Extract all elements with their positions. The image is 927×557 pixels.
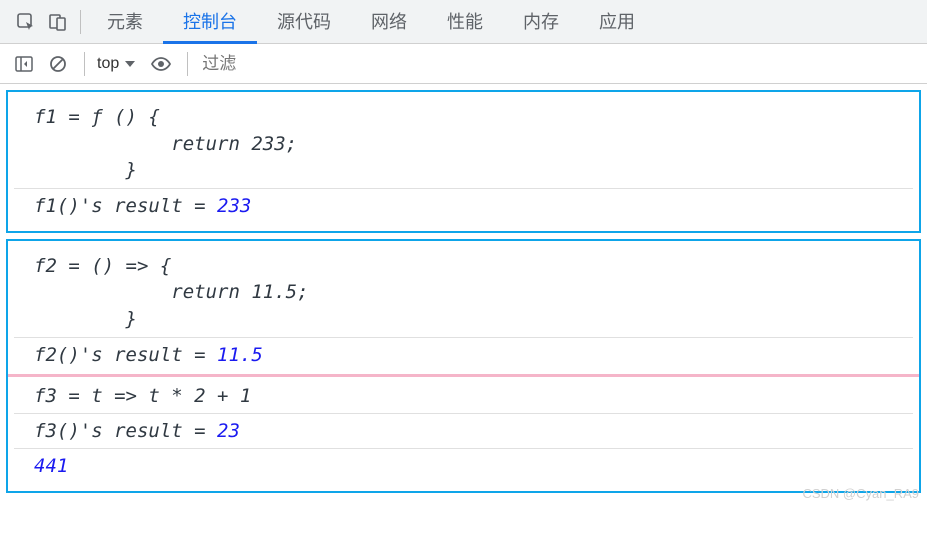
log-result: f2()'s result = 11.5 [14, 337, 913, 372]
result-label: f2()'s result = [34, 344, 217, 366]
eye-icon[interactable] [147, 50, 175, 78]
log-result: f1()'s result = 233 [14, 188, 913, 223]
filter-wrap [202, 54, 917, 74]
log-result: f3()'s result = 23 [14, 413, 913, 448]
tab-network[interactable]: 网络 [351, 0, 427, 44]
log-code: f2 = () => { return 11.5; } [14, 249, 913, 337]
device-toolbar-icon[interactable] [42, 6, 74, 38]
log-value: 441 [14, 448, 913, 483]
devtools-main-toolbar: 元素 控制台 源代码 网络 性能 内存 应用 [0, 0, 927, 44]
highlight-box-2: f2 = () => { return 11.5; } f2()'s resul… [6, 239, 921, 493]
result-label: f1()'s result = [34, 195, 217, 217]
inspect-element-icon[interactable] [10, 6, 42, 38]
result-label: f3()'s result = [34, 420, 217, 442]
result-value: 11.5 [217, 344, 263, 366]
log-code: f3 = t => t * 2 + 1 [14, 379, 913, 414]
console-toolbar: top [0, 44, 927, 84]
tab-performance[interactable]: 性能 [427, 0, 503, 44]
show-sidebar-icon[interactable] [10, 50, 38, 78]
filter-input[interactable] [202, 54, 917, 74]
tab-sources[interactable]: 源代码 [257, 0, 351, 44]
tab-console[interactable]: 控制台 [163, 0, 257, 44]
divider [84, 52, 85, 76]
context-label: top [97, 55, 119, 73]
pink-divider [8, 374, 919, 377]
tab-application[interactable]: 应用 [579, 0, 655, 44]
highlight-box-1: f1 = ƒ () { return 233; } f1()'s result … [6, 90, 921, 233]
console-body: f1 = ƒ () { return 233; } f1()'s result … [0, 84, 927, 505]
context-selector[interactable]: top [91, 55, 141, 73]
result-value: 233 [217, 195, 251, 217]
log-code: f1 = ƒ () { return 233; } [14, 100, 913, 188]
clear-console-icon[interactable] [44, 50, 72, 78]
watermark-text: CSDN @Cyan_RA9 [802, 486, 919, 501]
divider [80, 10, 81, 34]
divider [187, 52, 188, 76]
result-value: 23 [217, 420, 240, 442]
tab-memory[interactable]: 内存 [503, 0, 579, 44]
tab-elements[interactable]: 元素 [87, 0, 163, 44]
chevron-down-icon [125, 59, 135, 69]
